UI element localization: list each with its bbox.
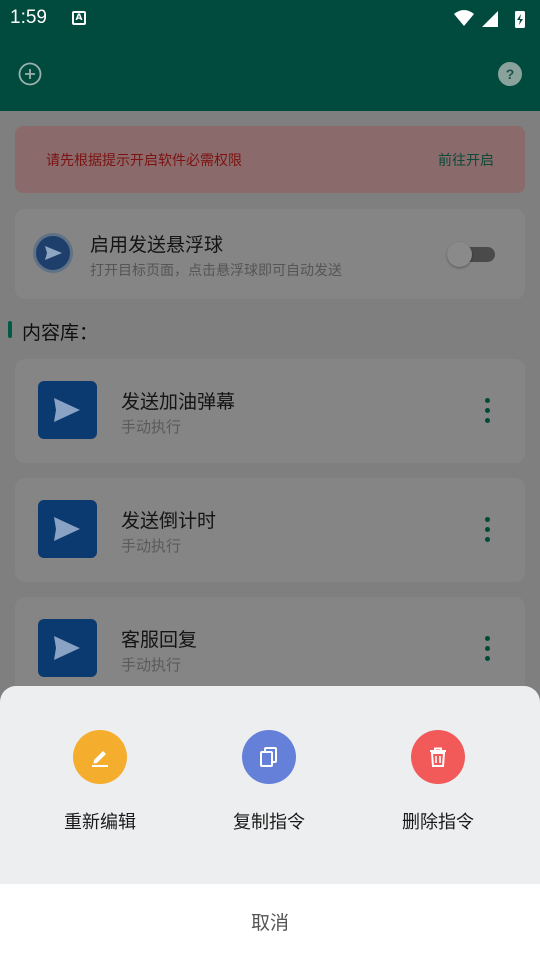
system-status-icons [454,10,525,28]
permission-message: 请先根据提示开启软件必需权限 [46,153,242,169]
more-options-icon[interactable] [479,514,495,544]
copy-button[interactable]: 复制指令 [204,730,334,840]
signal-icon [482,11,498,27]
status-time: 1:59 [10,7,47,28]
add-circle-icon[interactable] [18,62,42,86]
list-item[interactable]: 发送加油弹幕 手动执行 [15,359,525,463]
floating-ball-card: 启用发送悬浮球 打开目标页面，点击悬浮球即可自动发送 [15,209,525,299]
library-heading-label: 内容库： [22,322,99,344]
cancel-bar: 取消 [0,884,540,960]
floating-ball-subtitle: 打开目标页面，点击悬浮球即可自动发送 [90,263,342,279]
trash-icon [411,730,465,784]
svg-text:?: ? [506,66,515,82]
app-bar: ? [0,38,540,111]
section-accent-bar [8,321,12,338]
send-ball-icon [33,233,73,273]
enable-permission-link[interactable]: 前往开启 [438,150,494,170]
floating-ball-title: 启用发送悬浮球 [90,234,224,256]
permission-banner[interactable]: 请先根据提示开启软件必需权限 前往开启 [15,126,525,193]
floating-ball-toggle[interactable] [447,242,495,267]
list-item[interactable]: 发送倒计时 手动执行 [15,478,525,582]
action-bottom-sheet: 重新编辑 复制指令 删除指令 取消 [0,686,540,960]
edit-button[interactable]: 重新编辑 [35,730,165,840]
help-icon[interactable]: ? [498,62,522,86]
cancel-button[interactable]: 取消 [0,908,540,935]
status-bar: 1:59 A [0,0,540,38]
notification-a-icon: A [72,11,86,25]
send-icon [38,381,97,439]
item-name: 发送加油弹幕 [121,391,236,413]
copy-label: 复制指令 [233,812,305,833]
delete-button[interactable]: 删除指令 [373,730,503,840]
copy-icon [242,730,296,784]
item-mode: 手动执行 [121,656,182,674]
item-mode: 手动执行 [121,418,182,436]
more-options-icon[interactable] [479,395,495,425]
send-icon [38,619,97,677]
item-name: 客服回复 [121,629,198,651]
delete-label: 删除指令 [402,812,474,833]
send-icon [38,500,97,558]
more-options-icon[interactable] [479,633,495,663]
wifi-icon [454,10,474,26]
item-mode: 手动执行 [121,537,182,555]
item-name: 发送倒计时 [121,510,217,532]
pencil-icon [73,730,127,784]
edit-label: 重新编辑 [64,812,136,833]
